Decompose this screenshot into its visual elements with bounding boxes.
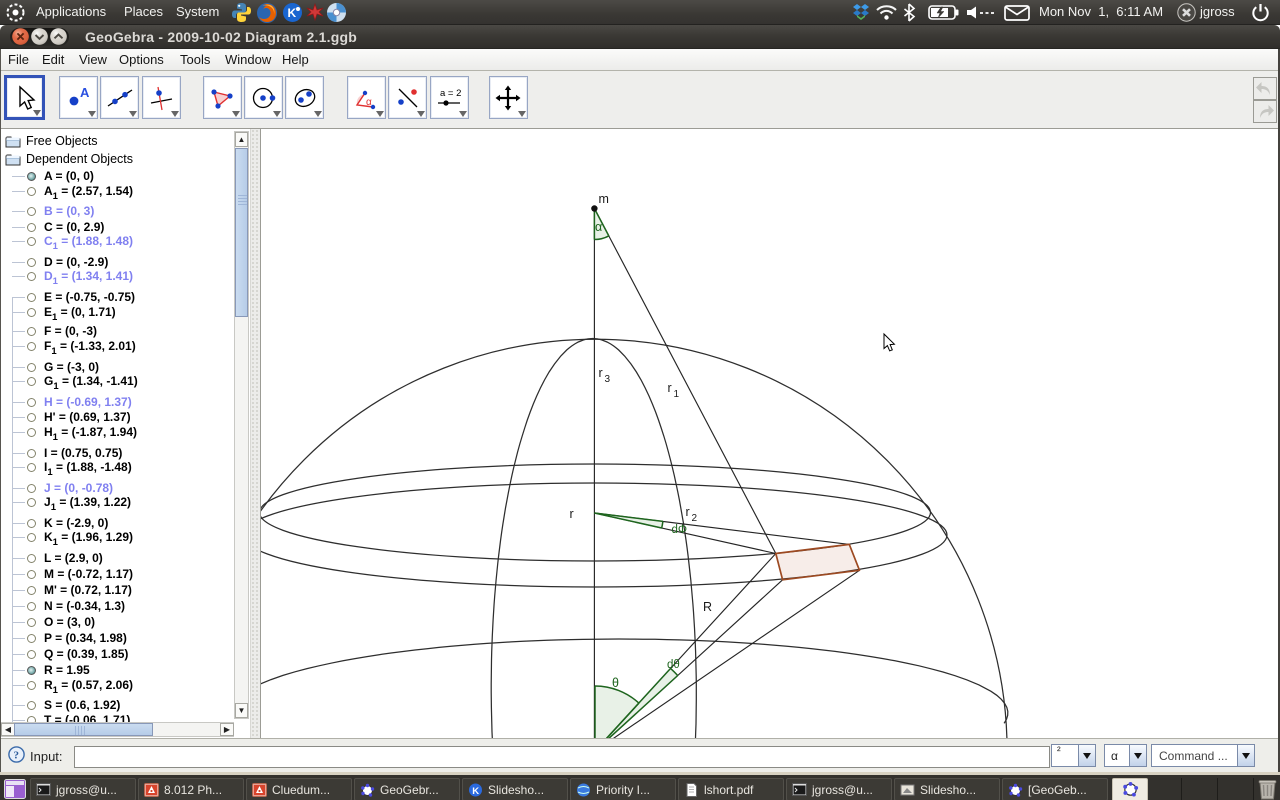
svg-text:A: A bbox=[80, 85, 90, 100]
svg-text:3: 3 bbox=[605, 374, 611, 385]
svg-text:r: r bbox=[668, 381, 672, 395]
svg-text:dθ: dθ bbox=[667, 659, 680, 671]
svg-text:1: 1 bbox=[674, 389, 680, 400]
svg-text:r: r bbox=[686, 505, 690, 519]
svg-text:θ: θ bbox=[612, 676, 619, 690]
svg-text:a = 2: a = 2 bbox=[440, 88, 461, 99]
svg-text:r: r bbox=[599, 366, 603, 380]
svg-text:dΦ: dΦ bbox=[672, 524, 688, 536]
svg-text:2: 2 bbox=[692, 513, 698, 524]
svg-text:m: m bbox=[599, 192, 609, 206]
svg-text:α: α bbox=[595, 220, 602, 234]
svg-text:K: K bbox=[288, 6, 297, 20]
svg-text:R: R bbox=[703, 600, 712, 614]
svg-text:?: ? bbox=[14, 750, 20, 762]
svg-text:r: r bbox=[570, 507, 574, 521]
svg-text:K: K bbox=[472, 786, 479, 797]
